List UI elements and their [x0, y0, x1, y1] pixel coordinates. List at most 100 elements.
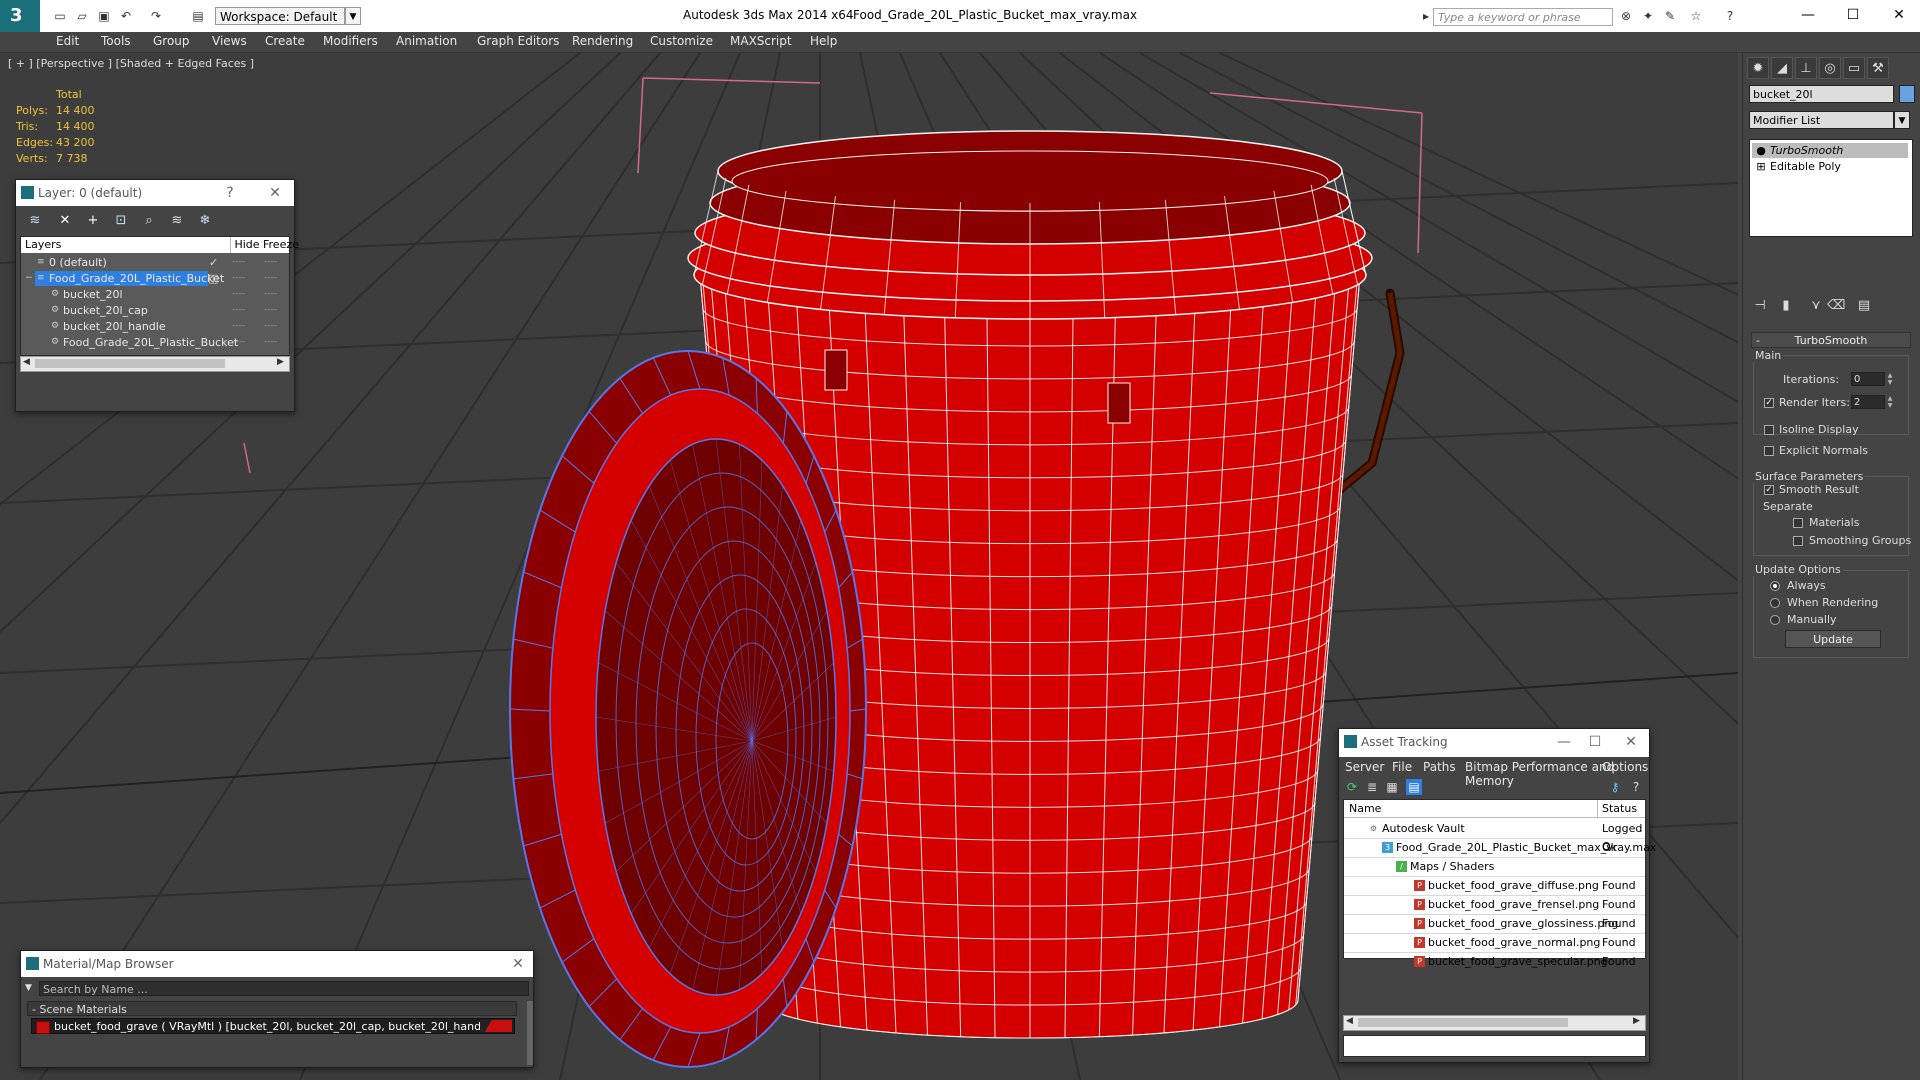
make-unique-icon[interactable]: ⋎	[1807, 297, 1825, 315]
stack-item-turbosmooth[interactable]: ● TurboSmooth	[1752, 143, 1908, 158]
close-icon[interactable]: ✕	[266, 184, 284, 202]
select-objects-icon[interactable]: ⊡	[112, 213, 130, 229]
remove-modifier-icon[interactable]: ⌫	[1827, 297, 1845, 315]
modifier-list-dropdown[interactable]: Modifier List	[1749, 111, 1894, 129]
binoculars-icon[interactable]: ⊗	[1618, 8, 1634, 24]
always-radio[interactable]	[1770, 581, 1780, 591]
horizontal-scrollbar[interactable]: ◀ ▶	[20, 356, 290, 372]
active-layer-check-icon[interactable]: ✓	[209, 255, 218, 270]
asset-row[interactable]: P bucket_food_grave_normal.png Found	[1344, 934, 1645, 953]
asset-row[interactable]: 3 Food_Grade_20L_Plastic_Bucket_max_vray…	[1344, 839, 1656, 858]
menu-file[interactable]: File	[1392, 760, 1412, 774]
material-browser-titlebar[interactable]: Material/Map Browser ✕	[21, 951, 533, 977]
menu-customize[interactable]: Customize	[650, 34, 713, 48]
close-icon[interactable]: ✕	[509, 955, 527, 973]
list-view-icon[interactable]: ≣	[1364, 779, 1380, 795]
render-iters-spinner[interactable]: 2	[1851, 395, 1885, 409]
hide-all-layers-icon[interactable]: ≋	[168, 213, 186, 229]
menu-edit[interactable]: Edit	[56, 34, 79, 48]
menu-help[interactable]: Help	[810, 34, 837, 48]
layer-dialog-titlebar[interactable]: Layer: 0 (default) ? ✕	[16, 180, 294, 206]
asset-row[interactable]: / Maps / Shaders	[1344, 858, 1645, 877]
material-item[interactable]: bucket_food_grave ( VRayMtl ) [bucket_20…	[31, 1018, 515, 1034]
layer-row[interactable]: ⚙ bucket_20l_cap ---- ----	[21, 303, 289, 318]
turbosmooth-rollout-header[interactable]: - TurboSmooth	[1751, 332, 1911, 348]
menu-modifiers[interactable]: Modifiers	[323, 34, 378, 48]
log-in-icon[interactable]: ⚷	[1607, 779, 1623, 795]
asset-row[interactable]: P bucket_food_grave_specular.png Found	[1344, 953, 1645, 971]
help-icon[interactable]: ?	[1628, 779, 1644, 795]
layer-row[interactable]: ⚙ bucket_20l ---- ----	[21, 287, 289, 302]
help-icon[interactable]: ?	[221, 184, 239, 202]
close-icon[interactable]: ✕	[1884, 4, 1914, 26]
make-current-layer-icon[interactable]: ◫	[208, 271, 218, 286]
bucket-lid-mesh[interactable]	[509, 350, 867, 1068]
asset-status-field[interactable]	[1343, 1035, 1646, 1057]
highlight-layer-icon[interactable]: ⌕	[140, 213, 158, 229]
options-dropdown-icon[interactable]: ▼	[25, 981, 37, 996]
redo-icon[interactable]: ↷	[148, 8, 164, 24]
update-button[interactable]: Update	[1785, 630, 1881, 648]
when-rendering-radio[interactable]	[1770, 598, 1780, 608]
manually-radio[interactable]	[1770, 615, 1780, 625]
stack-item-editable-poly[interactable]: ⊞ Editable Poly	[1752, 159, 1908, 174]
asset-tracking-titlebar[interactable]: Asset Tracking — ☐ ✕	[1339, 729, 1649, 757]
asset-row[interactable]: ⚙ Autodesk Vault Logged O	[1344, 820, 1645, 853]
pin-stack-icon[interactable]: ⊣	[1751, 297, 1769, 315]
spinner-arrows-icon[interactable]: ▲ ▼	[1886, 395, 1894, 409]
freeze-toggle[interactable]: ----	[264, 255, 277, 270]
new-file-icon[interactable]: ▭	[52, 8, 68, 24]
delete-layer-icon[interactable]: ✕	[56, 213, 74, 229]
table-view-icon[interactable]: ▤	[1406, 779, 1422, 795]
spinner-arrows-icon[interactable]: ▲ ▼	[1886, 372, 1894, 386]
freeze-all-layers-icon[interactable]: ❄	[196, 213, 214, 229]
workspace-dropdown[interactable]: Workspace: Default	[215, 7, 345, 25]
layer-row[interactable]: ⚙ Food_Grade_20L_Plastic_Bucket ---- ---…	[21, 335, 289, 350]
materials-checkbox[interactable]	[1793, 518, 1803, 528]
layer-row-selected[interactable]: − ≡ Food_Grade_20L_Plastic_Bucket ◫ ----…	[21, 271, 289, 286]
menu-animation[interactable]: Animation	[396, 34, 457, 48]
undo-icon[interactable]: ↶	[118, 8, 134, 24]
expand-plus-icon[interactable]: ⊞	[1752, 159, 1770, 174]
hide-toggle[interactable]: ----	[232, 271, 245, 286]
minimize-icon[interactable]: —	[1555, 733, 1573, 751]
motion-tab-icon[interactable]: ◎	[1819, 57, 1841, 79]
create-layer-icon[interactable]: ≋	[26, 213, 44, 229]
menu-create[interactable]: Create	[265, 34, 305, 48]
menu-views[interactable]: Views	[212, 34, 247, 48]
search-input[interactable]: Type a keyword or phrase	[1433, 8, 1613, 26]
horizontal-scrollbar[interactable]: ◀ ▶	[1343, 1015, 1646, 1031]
hide-toggle[interactable]: ----	[232, 255, 245, 270]
hide-toggle[interactable]: ----	[232, 287, 245, 302]
object-color-swatch[interactable]	[1899, 85, 1915, 103]
freeze-toggle[interactable]: ----	[264, 319, 277, 334]
smooth-result-checkbox[interactable]: ✓	[1764, 485, 1774, 495]
detail-view-icon[interactable]: ▦	[1384, 779, 1400, 795]
favorites-star-icon[interactable]: ☆	[1688, 8, 1704, 24]
menu-group[interactable]: Group	[153, 34, 190, 48]
app-logo-button[interactable]: 3	[0, 0, 40, 32]
chevron-down-icon[interactable]: ▼	[345, 7, 361, 25]
layer-row[interactable]: ≡ 0 (default) ✓ ---- ----	[21, 255, 289, 270]
close-icon[interactable]: ✕	[1622, 733, 1640, 751]
collapse-minus-icon[interactable]: −	[25, 271, 33, 286]
light-bulb-icon[interactable]: ●	[1752, 143, 1770, 158]
utilities-tab-icon[interactable]: ⚒	[1867, 57, 1889, 79]
hide-toggle[interactable]: ----	[232, 335, 245, 350]
scroll-right-icon[interactable]: ▶	[1633, 1016, 1640, 1026]
menu-options[interactable]: Options	[1602, 760, 1648, 774]
scroll-left-icon[interactable]: ◀	[23, 357, 30, 367]
layer-row[interactable]: ⚙ bucket_20l_handle ---- ----	[21, 319, 289, 334]
scroll-right-icon[interactable]: ▶	[277, 357, 284, 367]
render-iters-checkbox[interactable]: ✓	[1764, 398, 1774, 408]
scene-materials-group[interactable]: - Scene Materials	[27, 1001, 517, 1016]
freeze-toggle[interactable]: ----	[264, 287, 277, 302]
maximize-icon[interactable]: ☐	[1838, 4, 1868, 26]
column-header-layers[interactable]: Layers	[21, 237, 231, 253]
minimize-icon[interactable]: —	[1793, 4, 1823, 26]
scrollbar-thumb[interactable]	[35, 359, 225, 368]
create-tab-icon[interactable]: ✹	[1747, 57, 1769, 79]
freeze-toggle[interactable]: ----	[264, 271, 277, 286]
menu-tools[interactable]: Tools	[101, 34, 131, 48]
menu-rendering[interactable]: Rendering	[572, 34, 633, 48]
